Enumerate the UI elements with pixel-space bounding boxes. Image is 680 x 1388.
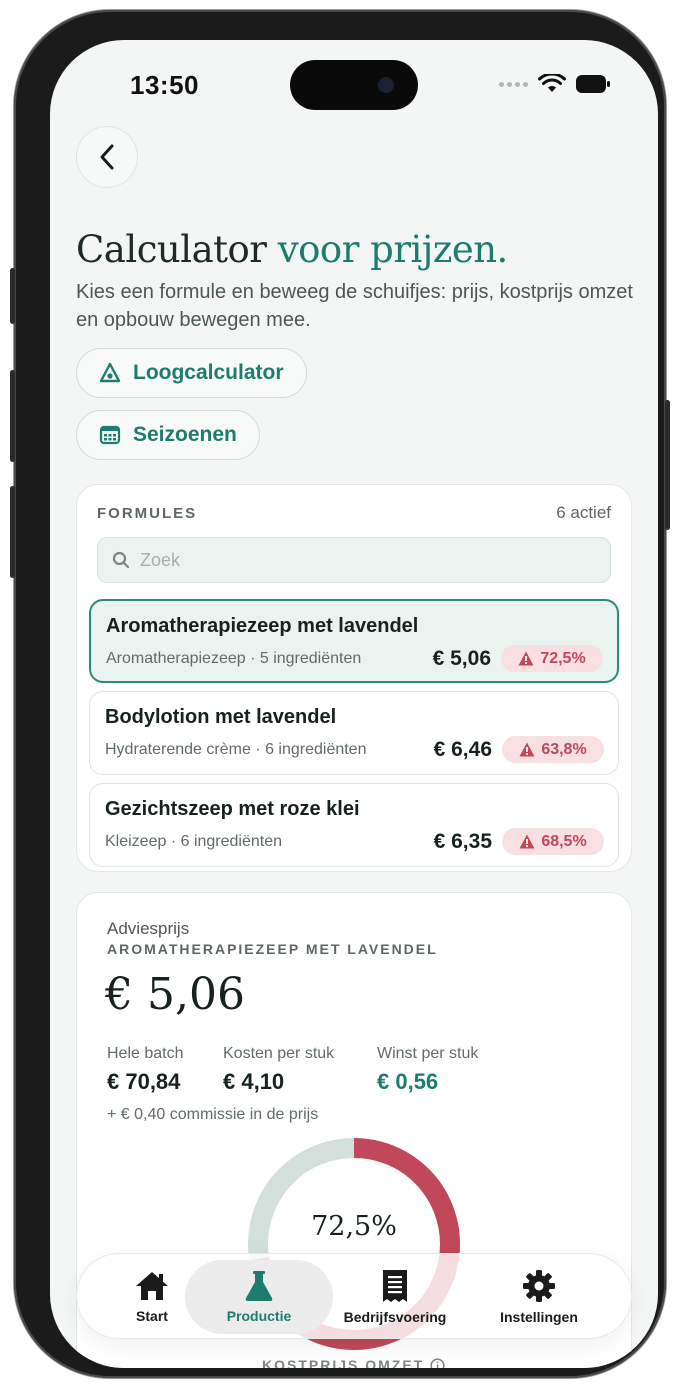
formula-price: € 6,35 xyxy=(433,830,492,853)
formula-item-aromatherapy-soap[interactable]: Aromatherapiezeep met lavendel Aromather… xyxy=(89,599,619,683)
lye-calculator-label: Loogcalculator xyxy=(133,361,284,384)
tab-label: Bedrijfsvoering xyxy=(343,1309,447,1325)
formula-name: Bodylotion met lavendel xyxy=(105,706,337,728)
stat-label: Winst per stuk xyxy=(377,1045,479,1062)
stat-batch: Hele batch € 70,84 xyxy=(107,1045,184,1095)
formula-name: Gezichtszeep met roze klei xyxy=(105,798,360,820)
action-button xyxy=(10,268,15,324)
formulas-card: FORMULES 6 actief Aromatherapiezeep met … xyxy=(76,484,632,872)
warning-icon xyxy=(519,834,535,849)
seasons-button[interactable]: Seizoenen xyxy=(76,410,260,460)
dynamic-island xyxy=(290,60,418,110)
status-time: 13:50 xyxy=(130,70,199,100)
receipt-icon xyxy=(383,1270,407,1302)
calendar-icon xyxy=(99,425,121,445)
stat-label: Hele batch xyxy=(107,1045,184,1062)
chevron-left-icon xyxy=(100,144,114,170)
tab-instellingen[interactable]: Instellingen xyxy=(477,1254,601,1340)
seasons-label: Seizoenen xyxy=(133,423,237,446)
lye-calculator-button[interactable]: Loogcalculator xyxy=(76,348,307,398)
formula-item-bodylotion[interactable]: Bodylotion met lavendel Hydraterende crè… xyxy=(89,691,619,775)
tab-label: Productie xyxy=(226,1308,292,1324)
volume-up-button xyxy=(10,370,15,462)
wifi-icon xyxy=(538,74,566,92)
formula-item-face-soap[interactable]: Gezichtszeep met roze klei Kleizeep · 6 … xyxy=(89,783,619,867)
back-button[interactable] xyxy=(76,126,138,188)
formula-meta: Kleizeep · 6 ingrediënten xyxy=(105,833,283,850)
warning-icon xyxy=(518,651,534,666)
donut-percent: 72,5% xyxy=(311,1211,397,1242)
formula-meta: Hydraterende crème · 6 ingrediënten xyxy=(105,741,367,758)
power-button xyxy=(665,400,670,530)
formula-meta: Aromatherapiezeep · 5 ingrediënten xyxy=(106,650,362,667)
margin-value: 72,5% xyxy=(540,649,586,667)
stat-value: € 0,56 xyxy=(377,1069,439,1094)
search-icon xyxy=(112,551,130,569)
margin-badge: 68,5% xyxy=(502,828,604,855)
search-input[interactable] xyxy=(140,549,600,571)
cost-revenue-text: KOSTPRIJS OMZET xyxy=(262,1357,425,1368)
home-icon xyxy=(136,1272,168,1300)
flask-icon xyxy=(245,1271,273,1301)
page-title-main: Calculator xyxy=(76,228,267,271)
advice-product: AROMATHERAPIEZEEP MET LAVENDEL xyxy=(107,941,438,957)
commission-note: + € 0,40 commissie in de prijs xyxy=(107,1106,319,1123)
tab-label: Instellingen xyxy=(500,1309,578,1325)
tab-bar: Start Productie Bedrijfsvoering Instelli… xyxy=(76,1253,632,1339)
status-icons xyxy=(499,74,610,94)
formula-price: € 5,06 xyxy=(432,647,491,670)
drop-warning-icon xyxy=(99,362,121,383)
formulas-heading: FORMULES xyxy=(97,505,198,522)
tab-productie[interactable]: Productie xyxy=(185,1254,333,1340)
camera-icon xyxy=(378,77,394,93)
margin-badge: 63,8% xyxy=(502,736,604,763)
formulas-count: 6 actief xyxy=(556,503,611,522)
search-box xyxy=(97,537,611,583)
screen: 13:50 Calculator voor prijzen. Kies een xyxy=(50,40,658,1368)
stat-cost-per-piece: Kosten per stuk € 4,10 xyxy=(223,1045,334,1095)
stat-label: Kosten per stuk xyxy=(223,1045,335,1062)
margin-value: 68,5% xyxy=(541,832,587,850)
tab-bedrijfsvoering[interactable]: Bedrijfsvoering xyxy=(333,1254,457,1340)
formula-price: € 6,46 xyxy=(433,738,492,761)
stat-value: € 70,84 xyxy=(107,1069,181,1094)
info-icon[interactable] xyxy=(430,1357,445,1369)
advice-label: Adviesprijs xyxy=(107,919,190,938)
warning-icon xyxy=(519,742,535,757)
stat-value: € 4,10 xyxy=(223,1069,285,1094)
page-title-accent: voor prijzen. xyxy=(277,228,509,271)
page-title: Calculator voor prijzen. xyxy=(76,228,508,271)
stat-profit-per-piece: Winst per stuk € 0,56 xyxy=(377,1045,478,1095)
signal-icon xyxy=(499,81,528,87)
gear-icon xyxy=(523,1270,555,1302)
tab-label: Start xyxy=(136,1308,168,1324)
margin-value: 63,8% xyxy=(541,740,587,758)
margin-badge: 72,5% xyxy=(501,645,603,672)
advice-price: € 5,06 xyxy=(105,969,245,1020)
battery-icon xyxy=(576,75,610,93)
phone-frame: 13:50 Calculator voor prijzen. Kies een xyxy=(10,10,670,1378)
formula-name: Aromatherapiezeep met lavendel xyxy=(106,615,419,637)
volume-down-button xyxy=(10,486,15,578)
page-subtitle: Kies een formule en beweeg de schuifjes:… xyxy=(76,281,633,331)
cost-revenue-label: KOSTPRIJS OMZET xyxy=(262,1357,445,1368)
